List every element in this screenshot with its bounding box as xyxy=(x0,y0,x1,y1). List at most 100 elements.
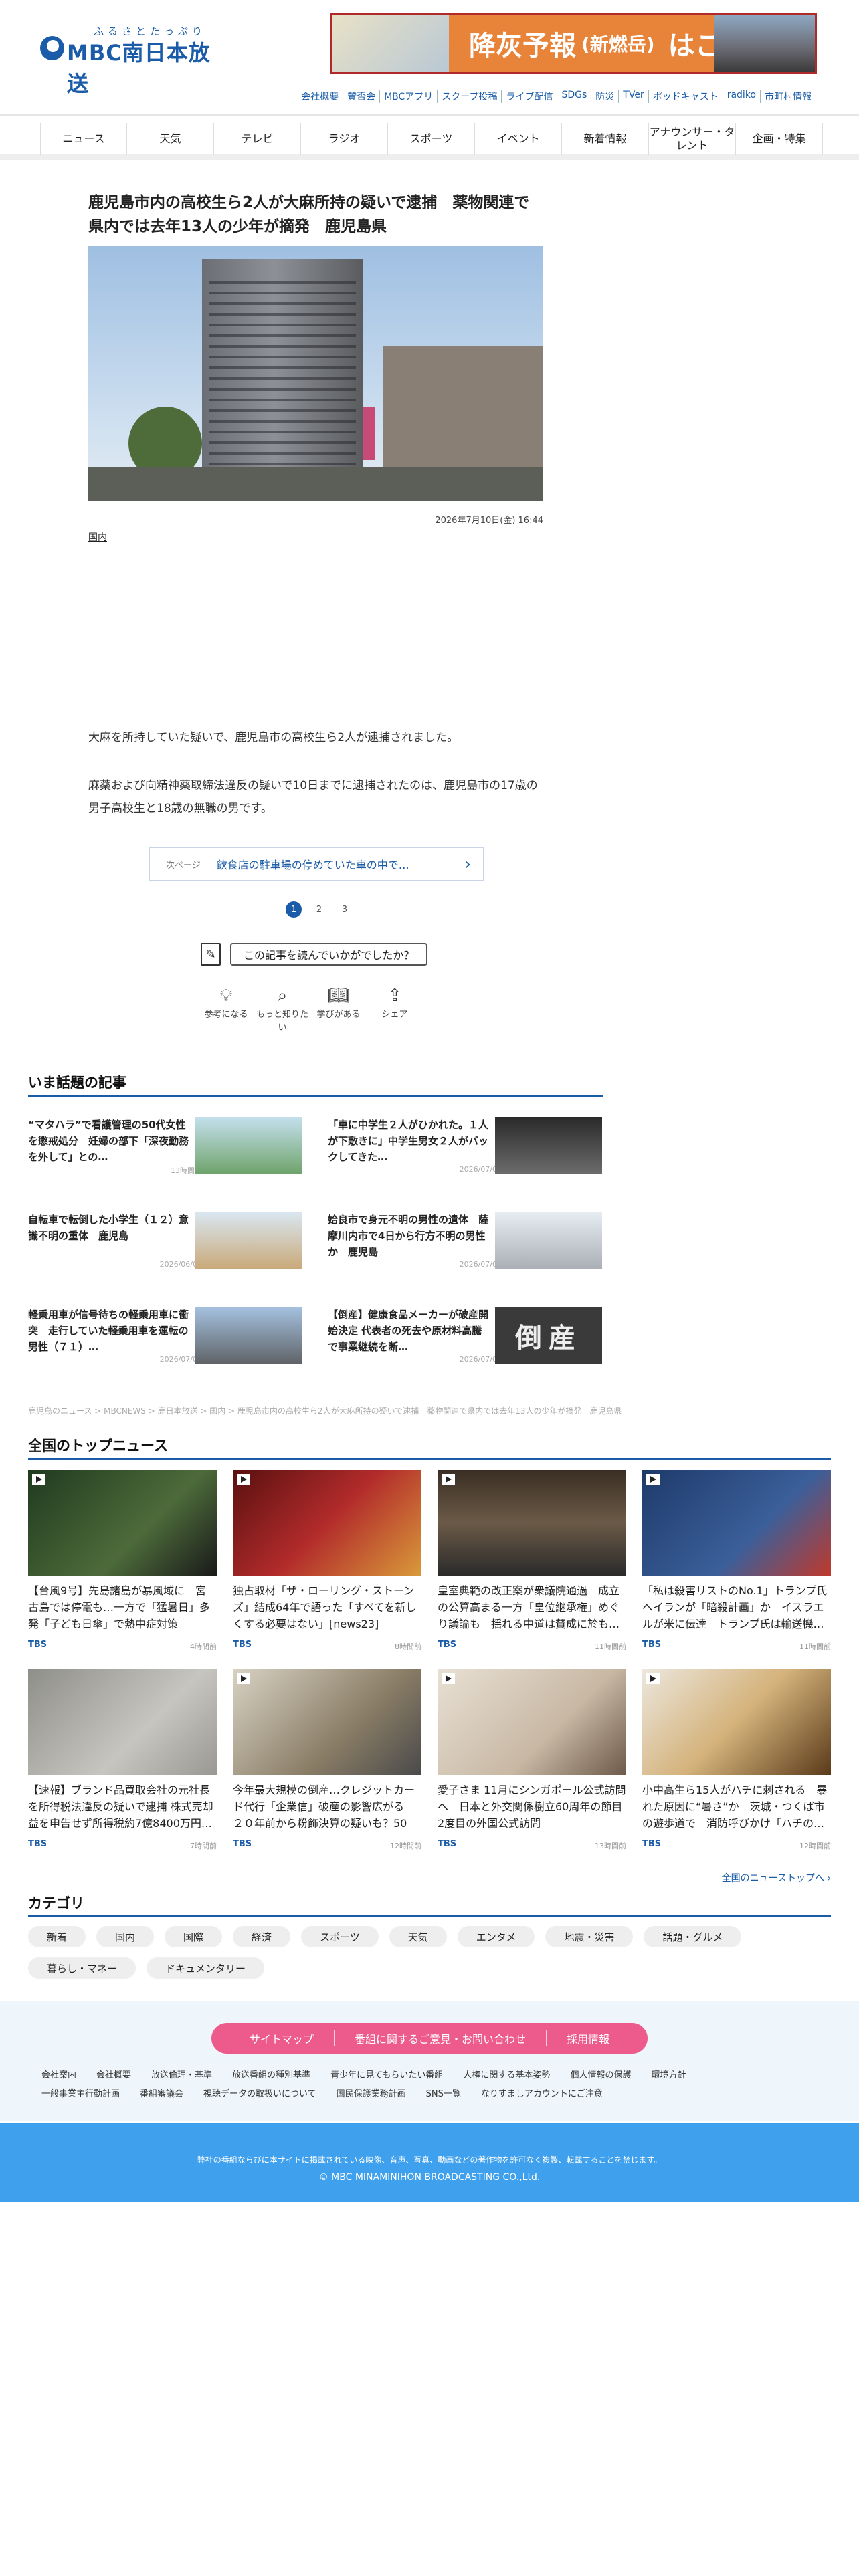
util-link[interactable]: 市町村情報 xyxy=(761,90,816,103)
news-source: TBS xyxy=(642,1839,662,1849)
category-pill[interactable]: エンタメ xyxy=(457,1926,535,1947)
nav-item-radio[interactable]: ラジオ xyxy=(301,123,388,155)
page-button[interactable]: 2 xyxy=(311,901,327,918)
news-card[interactable]: 【速報】ブランド品買取会社の元社長を所得税法違反の疑いで逮捕 株式売却益を申告せ… xyxy=(28,1669,217,1856)
breadcrumb[interactable]: 鹿児島のニュース > MBCNEWS > 鹿日本放送 > 国内 > 鹿児島市内の… xyxy=(28,1405,622,1416)
util-link[interactable]: 会社概要 xyxy=(297,90,344,103)
nav-item-announcers[interactable]: アナウンサー・タレント xyxy=(649,123,736,155)
util-link[interactable]: 防災 xyxy=(591,90,619,103)
reaction-more-button[interactable]: ⌕ もっと知りたい xyxy=(254,986,310,1033)
reaction-buttons: 💡︎ 参考になる ⌕ もっと知りたい 📖︎ 学びがある ⇪ シェア xyxy=(198,986,423,1033)
utility-links: 会社概要 賛否会 MBCアプリ スクープ投稿 ライブ配信 SDGs 防災 TVe… xyxy=(297,90,816,103)
util-link[interactable]: スクープ投稿 xyxy=(438,90,502,103)
news-caption: 今年最大規模の倒産…クレジットカード代行「企業信」破産の影響広がる ２０年前から… xyxy=(233,1784,415,1830)
reaction-helpful-button[interactable]: 💡︎ 参考になる xyxy=(198,986,254,1033)
util-link[interactable]: radiko xyxy=(723,90,761,103)
news-card[interactable]: 小中高生ら15人がハチに刺される 暴れた原因に“暑さ”か 茨城・つくば市の遊歩道… xyxy=(642,1669,831,1856)
footer-pill-menu: サイトマップ 番組に関するご意見・お問い合わせ 採用情報 xyxy=(211,2023,648,2054)
trending-item[interactable]: 自転車で転倒した小学生（１２）意識不明の重体 鹿児島 2026/06/01 xyxy=(28,1212,302,1273)
news-caption: 【台風9号】先島諸島が暴風域に 宮古島では停電も…一方で「猛暑日」多発「子ども日… xyxy=(28,1584,211,1630)
footer-link[interactable]: 国民保護業務計画 xyxy=(337,2086,406,2099)
reaction-learn-button[interactable]: 📖︎ 学びがある xyxy=(310,986,367,1033)
category-pill[interactable]: スポーツ xyxy=(301,1926,379,1947)
news-card[interactable]: 【台風9号】先島諸島が暴風域に 宮古島では停電も…一方で「猛暑日」多発「子ども日… xyxy=(28,1470,217,1657)
footer-link[interactable]: 放送倫理・基準 xyxy=(151,2068,212,2080)
trending-item[interactable]: “マタハラ”で看護管理の50代女性を懲戒処分 妊婦の部下「深夜勤務を外して」との… xyxy=(28,1117,302,1178)
topnews-more-link[interactable]: 全国のニューストップへ › xyxy=(722,1871,831,1885)
footer-sitemap-link[interactable]: サイトマップ xyxy=(229,2030,335,2046)
footer-contact-link[interactable]: 番組に関するご意見・お問い合わせ xyxy=(335,2030,547,2046)
feedback-icon: ✎ xyxy=(201,943,221,966)
trending-thumbnail xyxy=(195,1117,302,1174)
news-source: TBS xyxy=(642,1640,662,1650)
footer-link[interactable]: 個人情報の保護 xyxy=(570,2068,631,2080)
category-pill[interactable]: 国際 xyxy=(165,1926,223,1947)
footer-link[interactable]: なりすましアカウントにご注意 xyxy=(481,2086,603,2099)
feedback-question: この記事を読んでいかがでしたか？ xyxy=(230,943,428,966)
util-link[interactable]: SDGs xyxy=(557,90,592,103)
category-pill[interactable]: 暮らし・マネー xyxy=(28,1957,136,1979)
util-link[interactable]: ポッドキャスト xyxy=(649,90,723,103)
footer-link[interactable]: 人権に関する基本姿勢 xyxy=(463,2068,550,2080)
nav-item-events[interactable]: イベント xyxy=(475,123,562,155)
trending-item[interactable]: 「車に中学生２人がひかれた。１人が下敷きに」中学生男女２人がバックしてきた… 2… xyxy=(328,1117,602,1178)
pagination: 1 2 3 xyxy=(281,901,357,918)
category-pill[interactable]: 話題・グルメ xyxy=(644,1926,742,1947)
nav-item-new[interactable]: 新着情報 xyxy=(562,123,649,155)
category-pill[interactable]: 国内 xyxy=(96,1926,155,1947)
news-source: TBS xyxy=(233,1839,252,1849)
news-card[interactable]: 皇室典範の改正案が衆議院通過 成立の公算高まる一方「皇位継承権」めぐり議論も 揺… xyxy=(438,1470,626,1657)
news-source: TBS xyxy=(28,1839,47,1849)
next-page-link[interactable]: 次ページ 飲食店の駐車場の停めていた車の中で… › xyxy=(149,847,484,881)
footer-recruit-link[interactable]: 採用情報 xyxy=(547,2030,630,2046)
util-link[interactable]: 賛否会 xyxy=(343,90,381,103)
logo-name: MBC南日本放送 xyxy=(67,40,211,96)
page-button[interactable]: 1 xyxy=(286,901,302,918)
trending-item[interactable]: 【倒産】健康食品メーカーが破産開始決定 代表者の死去や原材料高騰で事業継続を断…… xyxy=(328,1307,602,1368)
trending-item[interactable]: 姶良市で身元不明の男性の遺体 薩摩川内市で4日から行方不明の男性か 鹿児島 20… xyxy=(328,1212,602,1273)
nav-item-sports[interactable]: スポーツ xyxy=(388,123,475,155)
trending-title: 自転車で転倒した小学生（１２）意識不明の重体 鹿児島 xyxy=(28,1214,189,1242)
category-pill[interactable]: 経済 xyxy=(233,1926,291,1947)
news-card[interactable]: 愛子さま 11月にシンガポール公式訪問へ 日本と外交関係樹立60周年の節目 2度… xyxy=(438,1669,626,1856)
category-pill[interactable]: ドキュメンタリー xyxy=(147,1957,265,1979)
chevron-right-icon: › xyxy=(464,855,471,873)
footer-link[interactable]: SNS一覧 xyxy=(426,2086,461,2099)
nav-item-features[interactable]: 企画・特集 xyxy=(736,123,823,155)
reaction-label: 参考になる xyxy=(204,1010,248,1020)
nav-item-news[interactable]: ニュース xyxy=(40,123,127,155)
footer-link[interactable]: 青少年に見てもらいたい番組 xyxy=(330,2068,443,2080)
news-card[interactable]: 独占取材「ザ・ローリング・ストーンズ」結成64年で語った「すべてを新しくする必要… xyxy=(233,1470,421,1657)
footer-link[interactable]: 一般事業主行動計画 xyxy=(41,2086,120,2099)
trending-item[interactable]: 軽乗用車が信号待ちの軽乗用車に衝突 走行していた軽乗用車を運転の男性（７１）… … xyxy=(28,1307,302,1368)
site-logo[interactable]: ふるさとたっぷり MBC南日本放送 xyxy=(40,24,214,96)
news-thumbnail xyxy=(642,1669,831,1775)
footer-link[interactable]: 放送番組の種別基準 xyxy=(232,2068,310,2080)
nav-item-weather[interactable]: 天気 xyxy=(127,123,214,155)
play-icon xyxy=(646,1474,660,1485)
magnifier-icon: ⌕ xyxy=(277,986,288,1006)
footer-link[interactable]: 会社概要 xyxy=(96,2068,131,2080)
ad-banner[interactable]: 降灰予報 (新燃岳) はこちら xyxy=(330,13,817,74)
footer-link[interactable]: 環境方針 xyxy=(651,2068,686,2080)
footer-link[interactable]: 視聴データの取扱いについて xyxy=(203,2086,316,2099)
page-button[interactable]: 3 xyxy=(337,901,353,918)
trending-date: 2026/07/05 xyxy=(459,1260,502,1269)
ad-subtitle: (新燃岳) xyxy=(581,33,655,56)
nav-item-tv[interactable]: テレビ xyxy=(214,123,301,155)
reaction-label: 学びがある xyxy=(316,1010,361,1020)
news-card[interactable]: 今年最大規模の倒産…クレジットカード代行「企業信」破産の影響広がる ２０年前から… xyxy=(233,1669,421,1856)
footer-link[interactable]: 番組審議会 xyxy=(140,2086,183,2099)
news-card[interactable]: 「私は殺害リストのNo.1」トランプ氏へイランが「暗殺計画」か イスラエルが米に… xyxy=(642,1470,831,1657)
share-button[interactable]: ⇪ シェア xyxy=(367,986,423,1033)
article-category-link[interactable]: 国内 xyxy=(88,530,107,544)
footer-link[interactable]: 会社案内 xyxy=(41,2068,76,2080)
category-pill[interactable]: 新着 xyxy=(28,1926,86,1947)
util-link[interactable]: ライブ配信 xyxy=(502,90,558,103)
category-pill[interactable]: 天気 xyxy=(389,1926,447,1947)
util-link[interactable]: MBCアプリ xyxy=(380,90,438,103)
news-thumbnail xyxy=(438,1669,626,1775)
category-pill[interactable]: 地震・災害 xyxy=(545,1926,634,1947)
trending-title: 軽乗用車が信号待ちの軽乗用車に衝突 走行していた軽乗用車を運転の男性（７１）… xyxy=(28,1309,189,1353)
util-link[interactable]: TVer xyxy=(619,90,649,103)
